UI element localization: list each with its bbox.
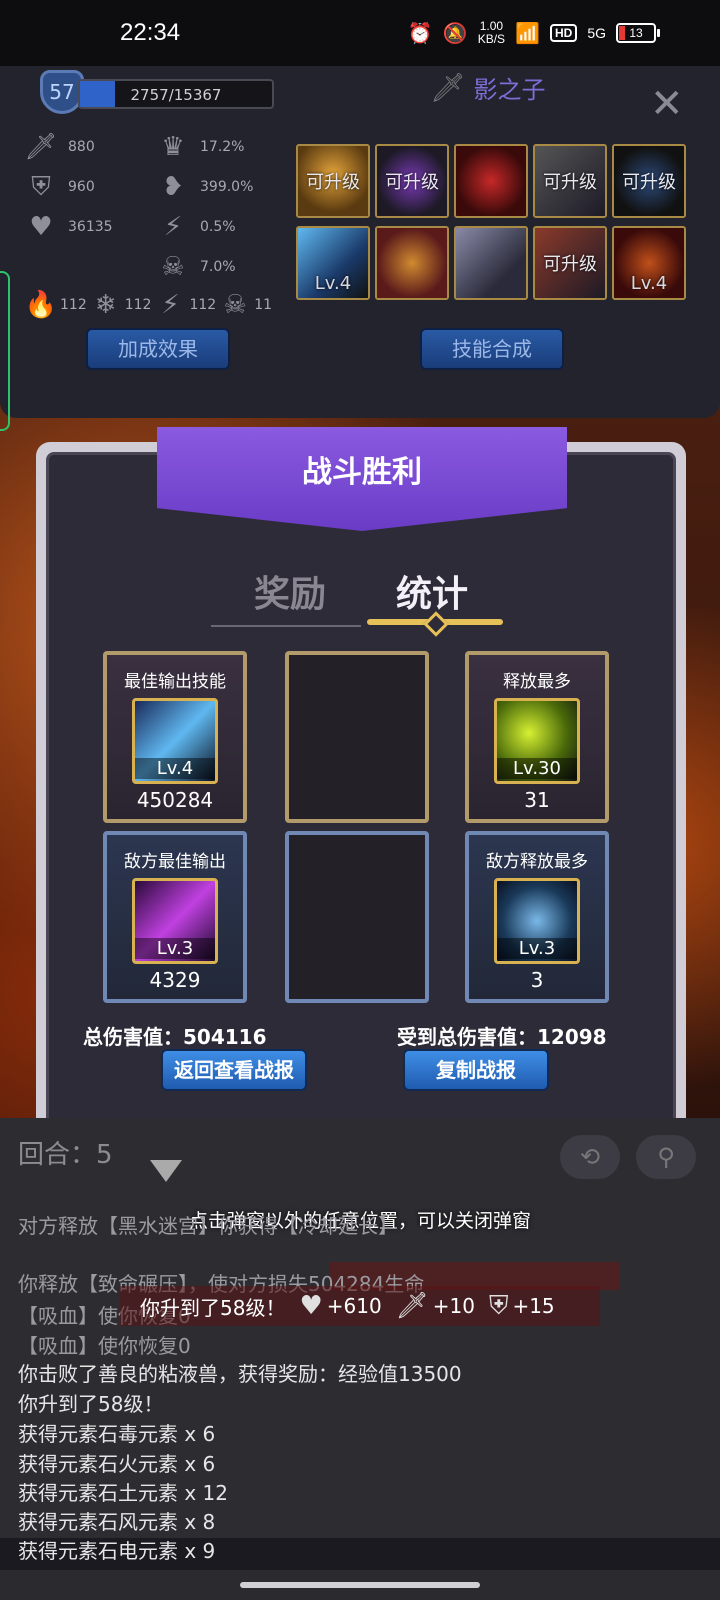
log-line: 获得元素石火元素 x 6 bbox=[18, 1452, 216, 1476]
skill-icon: Lv.3 bbox=[132, 878, 218, 964]
xp-text: 2757/15367 bbox=[130, 86, 222, 104]
alarm-icon: ⏰ bbox=[407, 22, 433, 45]
skill-icon: Lv.4 bbox=[132, 698, 218, 784]
modal-tabs: 奖励 统计 bbox=[49, 565, 673, 617]
skill-slot[interactable]: 可升级 bbox=[533, 144, 607, 218]
tab-divider bbox=[211, 625, 361, 627]
log-line: 获得元素石土元素 x 12 bbox=[18, 1481, 228, 1505]
battery-icon: 13 bbox=[616, 23, 660, 43]
log-line: 获得元素石风元素 x 8 bbox=[18, 1510, 216, 1534]
victory-modal: 战斗胜利 奖励 统计 最佳输出技能 Lv.4 450284 释放最多 Lv.30… bbox=[36, 427, 686, 1142]
skill-slot[interactable]: Lv.4 bbox=[296, 226, 370, 300]
network-speed: 1.00 KB/S bbox=[477, 19, 506, 46]
enemy-most-cast-card: 敌方释放最多 Lv.3 3 bbox=[465, 831, 609, 1003]
boot-icon: ⚡ bbox=[163, 212, 183, 242]
bonus-effects-button[interactable]: 加成效果 bbox=[86, 328, 230, 370]
navigation-bar bbox=[0, 1570, 720, 1600]
view-battle-report-button[interactable]: 返回查看战报 bbox=[161, 1049, 307, 1091]
sword-icon: 🗡 bbox=[24, 132, 58, 162]
total-damage-label: 总伤害值：504116 bbox=[83, 1025, 267, 1049]
round-label: 回合：5 bbox=[18, 1140, 113, 1170]
poison-skull-icon: ☠ bbox=[223, 290, 247, 320]
home-gesture-pill[interactable] bbox=[240, 1582, 480, 1588]
dropdown-arrow-icon[interactable] bbox=[150, 1160, 182, 1182]
search-icon[interactable]: ⚲ bbox=[636, 1135, 696, 1179]
fire-icon: 🔥 bbox=[24, 290, 58, 320]
xp-bar: 2757/15367 bbox=[78, 79, 274, 109]
skill-grid: 可升级 可升级 可升级 可升级 Lv.4 可升级 Lv.4 bbox=[296, 144, 690, 300]
log-line: 对方释放【黑水迷宫】你获得【冷却延长】 bbox=[18, 1214, 398, 1238]
skill-synthesis-button[interactable]: 技能合成 bbox=[420, 328, 564, 370]
log-line: 你升到了58级！ bbox=[18, 1392, 164, 1416]
hd-badge: HD bbox=[549, 24, 578, 42]
tab-rewards[interactable]: 奖励 bbox=[254, 565, 326, 617]
modal-title: 战斗胜利 bbox=[157, 427, 567, 531]
skill-slot[interactable]: Lv.4 bbox=[612, 226, 686, 300]
cell-signal: 5G bbox=[587, 25, 606, 41]
clock: 22:34 bbox=[120, 19, 181, 46]
log-line: 【吸血】使你恢复0 bbox=[18, 1334, 191, 1358]
wifi-icon: 📶 bbox=[515, 22, 540, 45]
status-icons: ⏰ 🔕 1.00 KB/S 📶 HD 5G 13 bbox=[408, 20, 660, 46]
heart-icon: ♥ bbox=[29, 212, 53, 242]
skill-slot[interactable] bbox=[454, 226, 528, 300]
system-status-bar: 22:34 ⏰ 🔕 1.00 KB/S 📶 HD 5G 13 bbox=[0, 0, 720, 66]
skill-slot[interactable]: 可升级 bbox=[375, 144, 449, 218]
empty-stat-card bbox=[285, 831, 429, 1003]
heart-icon: ♥ bbox=[299, 1291, 323, 1321]
broken-heart-icon: ❥ bbox=[162, 172, 184, 202]
empty-stat-card bbox=[285, 651, 429, 823]
skill-slot[interactable] bbox=[454, 144, 528, 218]
victory-modal-body: 战斗胜利 奖励 统计 最佳输出技能 Lv.4 450284 释放最多 Lv.30… bbox=[46, 427, 676, 1132]
log-line: 你击败了善良的粘液兽，获得奖励：经验值13500 bbox=[18, 1362, 462, 1386]
active-tab-indicator bbox=[367, 619, 503, 625]
stat-dodge: ⚡ 0.5% bbox=[158, 212, 236, 242]
levelup-banner: 你升到了58级！ ♥ +610 🗡 +10 ⛨ +15 bbox=[120, 1286, 600, 1326]
stat-fatal: ☠ 7.0% bbox=[158, 252, 235, 282]
stat-crit-rate: ♛ 17.2% bbox=[158, 132, 244, 162]
lightning-icon: ⚡ bbox=[161, 290, 180, 320]
crown-icon: ♛ bbox=[161, 132, 185, 162]
skill-slot[interactable] bbox=[375, 226, 449, 300]
side-tab[interactable] bbox=[0, 271, 10, 431]
sword-icon: 🗡 bbox=[430, 71, 466, 104]
skill-slot[interactable]: 可升级 bbox=[533, 226, 607, 300]
skill-slot[interactable]: 可升级 bbox=[612, 144, 686, 218]
shield-icon: ⛨ bbox=[488, 1290, 509, 1321]
stat-health: ♥ 36135 bbox=[26, 212, 112, 242]
close-icon[interactable]: ✕ bbox=[650, 84, 684, 124]
damage-taken-label: 受到总伤害值：12098 bbox=[397, 1025, 607, 1049]
log-line: 获得元素石毒元素 x 6 bbox=[18, 1422, 216, 1446]
stat-crit-damage: ❥ 399.0% bbox=[158, 172, 253, 202]
tab-statistics[interactable]: 统计 bbox=[396, 565, 468, 617]
best-output-skill-card: 最佳输出技能 Lv.4 450284 bbox=[103, 651, 247, 823]
skill-icon: Lv.30 bbox=[494, 698, 580, 784]
stat-elements: 🔥 112 ❄ 112 ⚡ 112 ☠ 11 bbox=[24, 290, 273, 320]
snowflake-icon: ❄ bbox=[94, 290, 117, 320]
stat-defense: ⛨ 960 bbox=[26, 172, 95, 202]
character-name: 🗡 影之子 bbox=[430, 71, 546, 104]
stat-attack: 🗡 880 bbox=[24, 132, 95, 162]
shield-icon: ⛨ bbox=[31, 171, 51, 202]
skill-icon: Lv.3 bbox=[494, 878, 580, 964]
sword-icon: 🗡 bbox=[395, 1291, 429, 1321]
speed-toggle-icon[interactable]: ⟲ bbox=[560, 1135, 620, 1179]
enemy-best-output-card: 敌方最佳输出 Lv.3 4329 bbox=[103, 831, 247, 1003]
log-line: 获得元素石电元素 x 9 bbox=[18, 1539, 216, 1563]
mute-icon: 🔕 bbox=[442, 22, 468, 45]
copy-battle-report-button[interactable]: 复制战报 bbox=[403, 1049, 549, 1091]
skull-icon: ☠ bbox=[161, 252, 185, 282]
most-cast-card: 释放最多 Lv.30 31 bbox=[465, 651, 609, 823]
skill-slot[interactable]: 可升级 bbox=[296, 144, 370, 218]
